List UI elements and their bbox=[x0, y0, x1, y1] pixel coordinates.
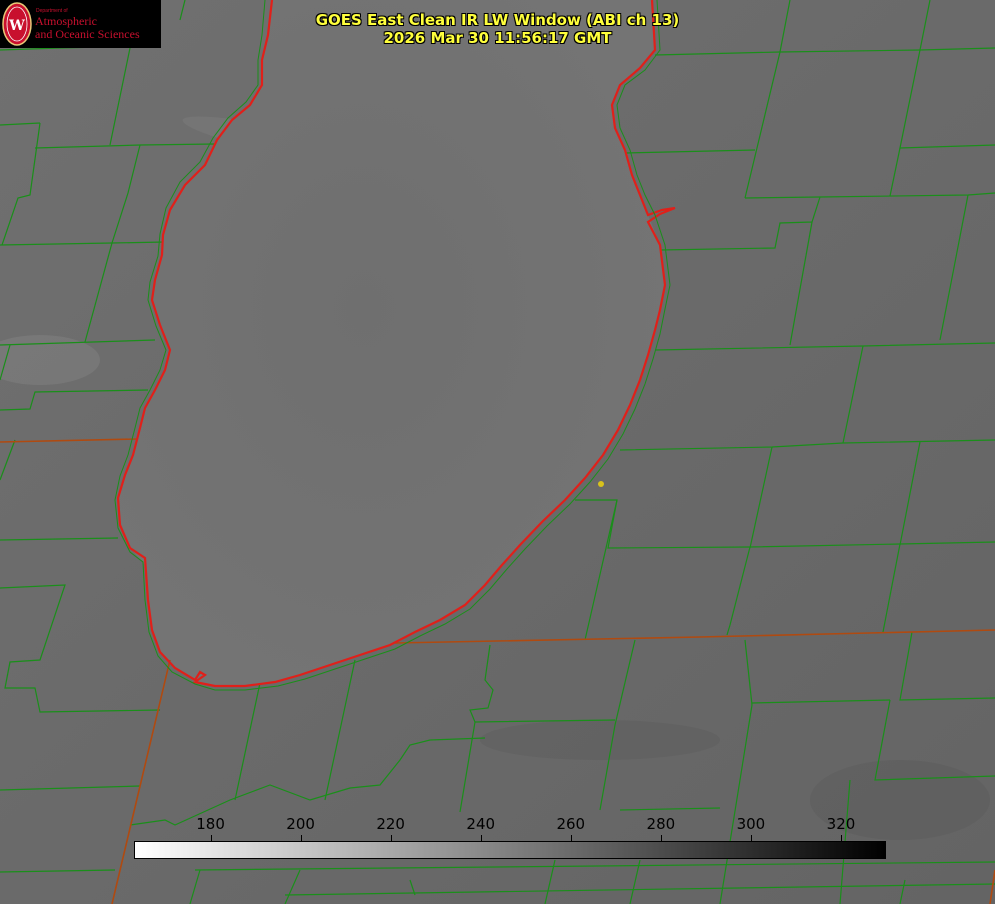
title-timestamp: 2026 Mar 30 11:56:17 GMT bbox=[383, 29, 612, 47]
colorbar-tick-label: 300 bbox=[736, 815, 766, 833]
colorbar-tick-mark bbox=[660, 835, 662, 841]
cloud-streak bbox=[480, 720, 720, 760]
colorbar-tick-mark bbox=[750, 835, 752, 841]
colorbar-tick-mark bbox=[210, 835, 212, 841]
colorbar-tick-label: 240 bbox=[466, 815, 496, 833]
colorbar-tick-mark bbox=[300, 835, 302, 841]
logo-name-line2: and Oceanic Sciences bbox=[35, 27, 140, 41]
title-product: GOES East Clean IR LW Window (ABI ch 13) bbox=[315, 11, 680, 29]
satellite-map bbox=[0, 0, 995, 904]
colorbar-tick-label: 320 bbox=[826, 815, 856, 833]
temperature-colorbar bbox=[134, 841, 886, 859]
colorbar-tick-mark bbox=[390, 835, 392, 841]
colorbar-tick-label: 180 bbox=[196, 815, 225, 833]
uw-aos-logo: W Department of Atmospheric and Oceanic … bbox=[0, 0, 161, 48]
colorbar-tick-label: 220 bbox=[376, 815, 405, 833]
colorbar-tick-label: 280 bbox=[646, 815, 676, 833]
colorbar-tick-label: 260 bbox=[556, 815, 586, 833]
colorbar-tick-mark bbox=[480, 835, 482, 841]
colorbar-tick-mark bbox=[840, 835, 842, 841]
shield-letter: W bbox=[8, 18, 25, 34]
location-marker bbox=[598, 481, 604, 487]
colorbar-tick-mark bbox=[570, 835, 572, 841]
uw-shield-icon: W bbox=[2, 2, 32, 46]
colorbar-tick-label: 200 bbox=[286, 815, 315, 833]
image-title: GOES East Clean IR LW Window (ABI ch 13)… bbox=[200, 11, 795, 47]
